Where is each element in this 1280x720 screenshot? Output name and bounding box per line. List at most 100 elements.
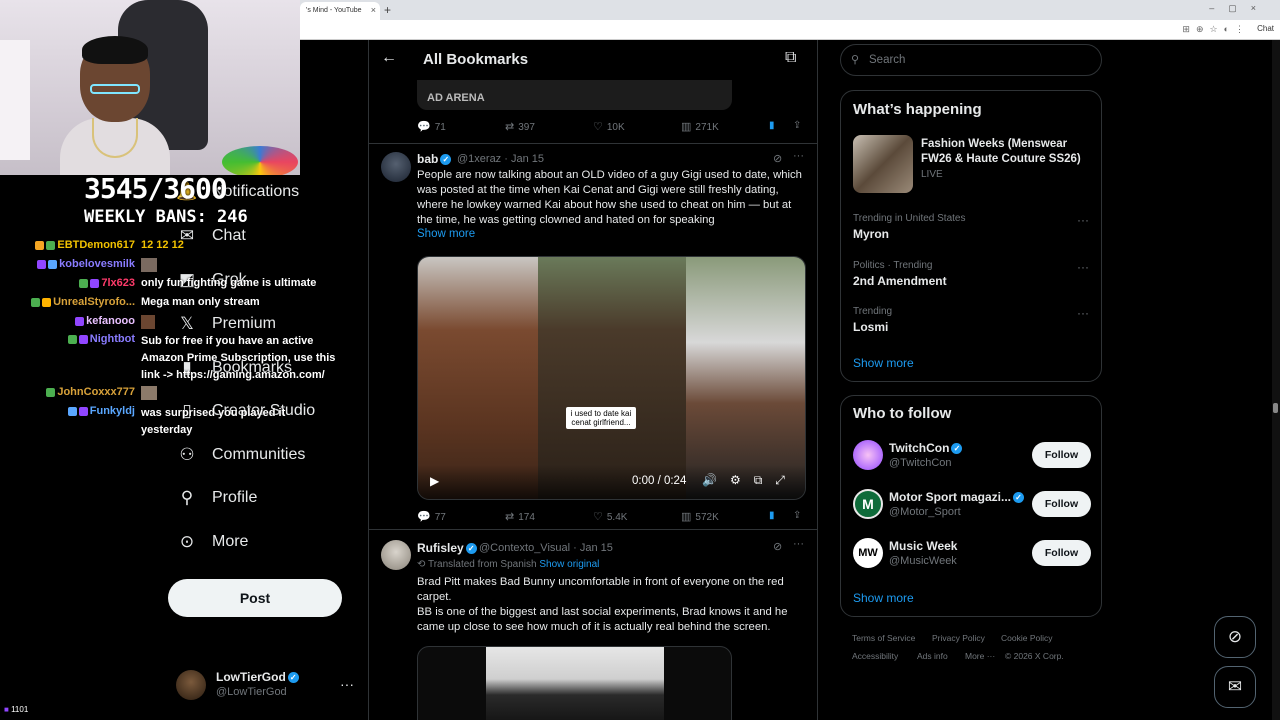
avatar[interactable]	[381, 540, 411, 570]
trend-name[interactable]: 2nd Amendment	[853, 274, 947, 288]
verified-icon: ✓	[440, 154, 452, 166]
more-dots-icon[interactable]: ···	[1077, 213, 1089, 227]
tweet-previous[interactable]: AD ARENA 💬 71 ⇄ 397 ♡ 10K ▥ 271K ▮ ⇪	[369, 80, 817, 144]
footer-link[interactable]: Ads info	[917, 651, 948, 661]
trend-name[interactable]: Myron	[853, 227, 889, 241]
post-button[interactable]: Post	[168, 579, 342, 617]
verified-icon: ✓	[465, 543, 477, 555]
footer-link[interactable]: Privacy Policy	[932, 633, 985, 643]
avatar[interactable]	[381, 152, 411, 182]
footer-link[interactable]: Cookie Policy	[1001, 633, 1053, 643]
chat-message: 12 12 12	[141, 239, 184, 251]
tweet[interactable]: Rufisley ✓ @Contexto_Visual · Jan 15 ⊘ ··…	[369, 532, 817, 720]
translate-icon: ⟲	[417, 559, 428, 570]
nav-profile[interactable]: ⚲ Profile	[176, 483, 258, 513]
translated-notice: ⟲ Translated from Spanish Show original	[417, 559, 600, 570]
video-frame-middle	[538, 257, 686, 499]
browser-tab[interactable]: 's Mind - YouTube ×	[300, 2, 380, 20]
follow-button[interactable]: Follow	[1032, 540, 1091, 566]
window-controls[interactable]: –▢×	[1209, 3, 1270, 14]
share-icon[interactable]: ⇪	[793, 510, 801, 521]
mail-icon: ✉	[1227, 677, 1243, 696]
more-dots-icon[interactable]: ···	[340, 676, 354, 692]
views-button[interactable]: ▥ 572K	[681, 510, 719, 523]
show-more-link[interactable]: Show more	[853, 591, 914, 605]
follow-button[interactable]: Follow	[1032, 442, 1091, 468]
chat-user: JohnCoxxx777	[22, 386, 135, 398]
grok-icon[interactable]: ⊘	[773, 152, 782, 165]
messages-fab-button[interactable]: ✉	[1214, 666, 1256, 708]
grok-fab-button[interactable]: ⊘	[1214, 616, 1256, 658]
views-icon: ▥	[681, 121, 692, 133]
avatar[interactable]	[853, 440, 883, 470]
show-more-link[interactable]: Show more	[853, 356, 914, 370]
event-thumbnail[interactable]	[853, 135, 913, 193]
trend-context: Politics · Trending	[853, 260, 933, 271]
video-control-icons[interactable]: 🔊⚙⧉⤢	[702, 473, 798, 488]
avatar[interactable]: M	[853, 489, 883, 519]
show-more-link[interactable]: Show more	[417, 228, 475, 240]
chat-chip[interactable]: Chat	[1257, 24, 1274, 33]
reply-button[interactable]: 💬 77	[417, 510, 446, 523]
tweet-media[interactable]: AD ARENA	[417, 80, 732, 110]
trend-context: Trending in United States	[853, 213, 966, 224]
tweet-author[interactable]: bab ✓	[417, 152, 452, 166]
nav-label: Profile	[212, 489, 258, 506]
footer-link[interactable]: More ···	[965, 651, 995, 661]
share-icon[interactable]: ⇪	[793, 120, 801, 131]
bookmark-folder-icon[interactable]: ⧉	[785, 49, 796, 67]
back-arrow-icon[interactable]: ←	[381, 49, 397, 67]
tweet-author[interactable]: Rufisley ✓	[417, 541, 477, 555]
tab-close-icon[interactable]: ×	[371, 5, 376, 15]
more-dots-icon[interactable]: ···	[793, 538, 804, 550]
video-time: 0:00 / 0:24	[632, 475, 687, 487]
tweet[interactable]: bab ✓ @1xeraz · Jan 15 ⊘ ··· People are n…	[369, 144, 817, 530]
repost-button[interactable]: ⇄ 174	[505, 510, 535, 523]
show-original-link[interactable]: Show original	[539, 559, 599, 570]
timeline-header: ← All Bookmarks ⧉	[369, 40, 817, 80]
reply-icon: 💬	[417, 511, 431, 523]
account-name[interactable]: TwitchCon ✓	[889, 441, 963, 455]
account-switcher[interactable]: LowTierGod ✓ @LowTierGod ···	[176, 668, 356, 702]
like-button[interactable]: ♡ 5.4K	[593, 510, 627, 523]
account-handle: @TwitchCon	[889, 457, 952, 469]
bookmark-icon[interactable]: ▮	[769, 510, 775, 521]
nav-communities[interactable]: ⚇ Communities	[176, 440, 305, 470]
footer-link[interactable]: Accessibility	[852, 651, 898, 661]
like-button[interactable]: ♡ 10K	[593, 120, 625, 133]
scrollbar[interactable]	[1272, 40, 1280, 720]
search-input[interactable]: ⚲ Search	[840, 44, 1102, 76]
tweet-media[interactable]	[417, 646, 732, 720]
more-circle-icon: ⊙	[179, 532, 195, 551]
bookmark-icon[interactable]: ▮	[769, 120, 775, 131]
whats-happening-card: What’s happening Fashion Weeks (Menswear…	[840, 90, 1102, 382]
card-title: What’s happening	[853, 101, 982, 118]
avatar[interactable]: MW	[853, 538, 883, 568]
views-button[interactable]: ▥ 271K	[681, 120, 719, 133]
event-title[interactable]: Fashion Weeks (Menswear FW26 & Haute Cou…	[921, 137, 1093, 167]
repost-button[interactable]: ⇄ 397	[505, 120, 535, 133]
nav-more[interactable]: ⊙ More	[176, 527, 249, 557]
play-icon[interactable]: ▶	[430, 474, 439, 488]
avatar	[176, 670, 206, 700]
follow-button[interactable]: Follow	[1032, 491, 1091, 517]
scrollbar-thumb[interactable]	[1273, 403, 1278, 413]
tweet-text: Brad Pitt makes Bad Bunny uncomfortable …	[417, 576, 788, 633]
footer-link[interactable]: Terms of Service	[852, 633, 915, 643]
account-name[interactable]: Music Week	[889, 539, 957, 553]
account-name[interactable]: Motor Sport magazi... ✓	[889, 490, 1025, 504]
reply-button[interactable]: 💬 71	[417, 120, 446, 133]
more-dots-icon[interactable]: ···	[793, 150, 804, 162]
toolbar-icons[interactable]: ⊞⊕☆◐⋮	[1182, 24, 1250, 35]
video-controls[interactable]: ▶ 0:00 / 0:24 🔊⚙⧉⤢	[418, 465, 805, 499]
more-dots-icon[interactable]: ···	[1077, 306, 1089, 320]
tweet-video[interactable]: i used to date kai cenat girlfriend... ▶…	[417, 256, 806, 500]
card-title: Who to follow	[853, 405, 952, 422]
chat-user: EBTDemon617	[22, 239, 135, 251]
more-dots-icon[interactable]: ···	[1077, 260, 1089, 274]
nav-label: Chat	[212, 227, 246, 244]
grok-icon[interactable]: ⊘	[773, 540, 782, 553]
new-tab-icon[interactable]: +	[384, 3, 391, 17]
nav-label: More	[212, 533, 249, 550]
trend-name[interactable]: Losmi	[853, 320, 888, 334]
